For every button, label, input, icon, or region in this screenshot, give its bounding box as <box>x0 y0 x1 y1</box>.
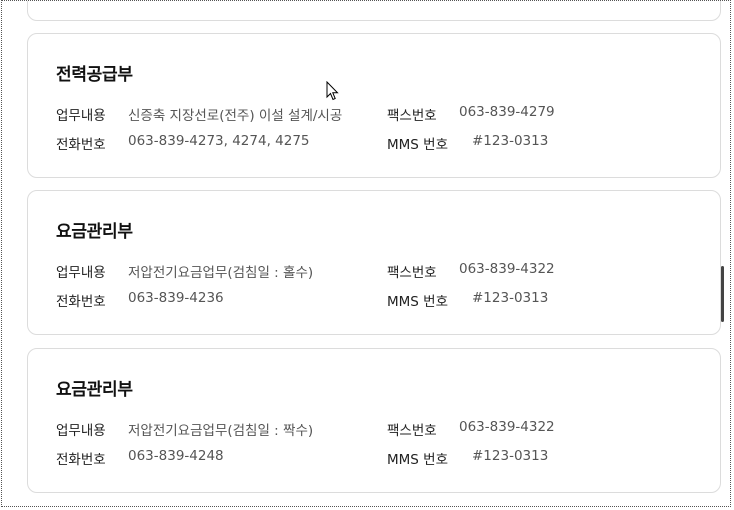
mms-label: MMS 번호 <box>387 452 448 468</box>
fax-label: 팩스번호 <box>387 108 437 124</box>
department-card-previous <box>27 1 721 21</box>
fax-value: 063-839-4279 <box>459 104 555 120</box>
phone-value[interactable]: 063-839-4248 <box>128 448 224 464</box>
department-card: 요금관리부 업무내용 저압전기요금업무(검침일 : 홀수) 팩스번호 063-8… <box>27 190 721 335</box>
department-title: 요금관리부 <box>56 380 133 400</box>
content-viewport: 전력공급부 업무내용 신증축 지장선로(전주) 이설 설계/시공 팩스번호 06… <box>1 0 731 507</box>
duty-label: 업무내용 <box>56 108 106 124</box>
fax-value: 063-839-4322 <box>459 419 555 435</box>
duty-label: 업무내용 <box>56 265 106 281</box>
department-card: 전력공급부 업무내용 신증축 지장선로(전주) 이설 설계/시공 팩스번호 06… <box>27 33 721 178</box>
mms-label: MMS 번호 <box>387 137 448 153</box>
phone-label: 전화번호 <box>56 294 106 310</box>
fax-label: 팩스번호 <box>387 265 437 281</box>
mouse-cursor-icon <box>326 81 339 101</box>
phone-value[interactable]: 063-839-4236 <box>128 290 224 306</box>
department-title: 요금관리부 <box>56 222 133 242</box>
duty-value: 신증축 지장선로(전주) 이설 설계/시공 <box>128 108 343 124</box>
phone-value[interactable]: 063-839-4273, 4274, 4275 <box>128 133 310 149</box>
mms-value: #123-0313 <box>472 133 549 149</box>
fax-label: 팩스번호 <box>387 423 437 439</box>
mms-label: MMS 번호 <box>387 294 448 310</box>
duty-value: 저압전기요금업무(검침일 : 짝수) <box>128 423 314 439</box>
mms-value: #123-0313 <box>472 448 549 464</box>
phone-label: 전화번호 <box>56 137 106 153</box>
scrollbar-thumb[interactable] <box>721 266 724 322</box>
duty-label: 업무내용 <box>56 423 106 439</box>
duty-value: 저압전기요금업무(검침일 : 홀수) <box>128 265 314 281</box>
phone-label: 전화번호 <box>56 452 106 468</box>
department-title: 전력공급부 <box>56 65 133 85</box>
mms-value: #123-0313 <box>472 290 549 306</box>
department-card: 요금관리부 업무내용 저압전기요금업무(검침일 : 짝수) 팩스번호 063-8… <box>27 348 721 493</box>
fax-value: 063-839-4322 <box>459 261 555 277</box>
